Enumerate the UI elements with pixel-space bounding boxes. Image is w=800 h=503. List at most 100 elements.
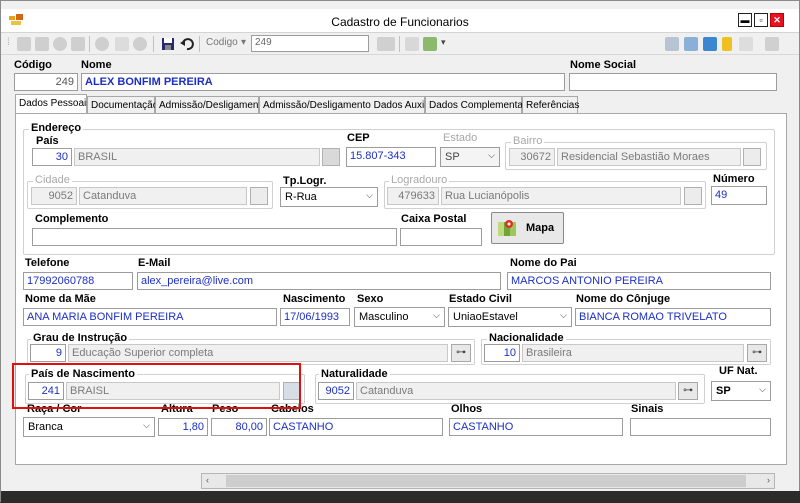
tab-dados-complementares[interactable]: Dados Complementares <box>425 96 537 114</box>
edit-icon[interactable] <box>115 37 129 51</box>
sexo-value: Masculino <box>359 311 409 323</box>
nome-mae-label: Nome da Mãe <box>25 293 96 305</box>
olhos-label: Olhos <box>451 403 483 415</box>
user-dropdown-icon[interactable]: ▾ <box>441 37 446 48</box>
scrollbar-thumb[interactable] <box>226 475 746 487</box>
sexo-select[interactable]: Masculino ⌵ <box>354 307 445 327</box>
delete-icon[interactable] <box>133 37 147 51</box>
tab-admissao-desligamento[interactable]: Admissão/Desligamento <box>155 96 267 114</box>
mapa-button[interactable]: Mapa <box>491 212 564 244</box>
cidade-label: Cidade <box>33 174 72 186</box>
cep-label: CEP <box>347 132 370 144</box>
altura-field[interactable]: 1,80 <box>158 418 208 436</box>
olhos-field[interactable]: CASTANHO <box>449 418 623 436</box>
tab-admissao-dados-auxiliares[interactable]: Admissão/Desligamento Dados Auxiliares <box>259 96 448 114</box>
conjuge-field[interactable]: BIANCA ROMAO TRIVELATO <box>575 308 771 326</box>
nacionalidade-code[interactable]: 10 <box>484 344 520 362</box>
cidade-code: 9052 <box>31 187 77 205</box>
pais-lookup-button[interactable] <box>322 148 340 166</box>
exit-icon[interactable] <box>765 37 779 51</box>
horizontal-scrollbar[interactable]: ‹ › <box>201 473 775 489</box>
tab-dados-pessoais[interactable]: Dados Pessoais <box>15 94 91 115</box>
codigo-label: Código <box>14 59 52 71</box>
nascimento-field[interactable]: 17/06/1993 <box>280 308 350 326</box>
nacionalidade-search-button[interactable]: ⊶ <box>747 344 767 362</box>
estado-value: SP <box>445 151 460 163</box>
telefone-field[interactable]: 17992060788 <box>23 272 133 290</box>
nome-field[interactable]: ALEX BONFIM PEREIRA <box>81 73 565 91</box>
complemento-label: Complemento <box>35 213 109 225</box>
naturalidade-code[interactable]: 9052 <box>318 382 354 400</box>
undo-icon[interactable] <box>180 37 194 51</box>
maximize-button[interactable]: ▫ <box>754 13 768 27</box>
window-title: Cadastro de Funcionarios <box>331 15 469 29</box>
peso-field[interactable]: 80,00 <box>211 418 267 436</box>
scroll-left-icon[interactable]: ‹ <box>206 475 209 485</box>
report-icon[interactable] <box>665 37 679 51</box>
estado-select[interactable]: SP ⌵ <box>440 147 500 167</box>
grau-search-button[interactable]: ⊶ <box>451 344 471 362</box>
bairro-lookup-button[interactable] <box>743 148 761 166</box>
codigo-field[interactable]: 249 <box>14 73 78 91</box>
uf-nat-select[interactable]: SP ⌵ <box>711 381 771 401</box>
nome-pai-field[interactable]: MARCOS ANTONIO PEREIRA <box>507 272 771 290</box>
main-window: Cadastro de Funcionarios ▬ ▫ ✕ ⁞ Codigo … <box>0 0 800 503</box>
raca-cor-select[interactable]: Branca ⌵ <box>23 417 155 437</box>
last-icon[interactable] <box>71 37 85 51</box>
chevron-down-icon: ⌵ <box>759 384 766 394</box>
estado-civil-label: Estado Civil <box>449 293 512 305</box>
search-icon: ⊶ <box>683 385 693 396</box>
tab-referencias[interactable]: Referências <box>522 96 579 114</box>
conjuge-label: Nome do Cônjuge <box>576 293 671 305</box>
estado-civil-value: UniaoEstavel <box>453 311 518 323</box>
help-icon[interactable] <box>739 37 753 51</box>
nome-social-field[interactable] <box>569 73 777 91</box>
user-icon[interactable] <box>423 37 437 51</box>
refresh-icon[interactable] <box>703 37 717 51</box>
close-button[interactable]: ✕ <box>770 13 784 27</box>
tplogr-select[interactable]: R-Rua ⌵ <box>280 187 378 207</box>
grau-instrucao-code[interactable]: 9 <box>30 344 66 362</box>
scroll-right-icon[interactable]: › <box>767 475 770 485</box>
map-icon <box>498 220 516 236</box>
tools-icon[interactable] <box>684 37 698 51</box>
filter-icon[interactable] <box>722 37 732 51</box>
caixa-postal-label: Caixa Postal <box>401 213 467 225</box>
nome-mae-field[interactable]: ANA MARIA BONFIM PEREIRA <box>23 308 277 326</box>
title-bar: Cadastro de Funcionarios ▬ ▫ ✕ <box>1 9 799 33</box>
raca-cor-value: Branca <box>28 421 63 433</box>
tab-documentacao[interactable]: Documentação <box>87 96 158 114</box>
telefone-label: Telefone <box>25 257 70 269</box>
complemento-field[interactable] <box>32 228 397 246</box>
new-icon[interactable] <box>17 37 31 51</box>
next-icon[interactable] <box>53 37 67 51</box>
endereco-pais-name: BRASIL <box>74 148 320 166</box>
add-icon[interactable] <box>95 37 109 51</box>
print-icon[interactable] <box>405 37 419 51</box>
cabelos-field[interactable]: CASTANHO <box>269 418 443 436</box>
save-icon[interactable] <box>161 37 175 51</box>
grid-icon[interactable] <box>377 37 395 51</box>
chevron-down-icon: ⌵ <box>488 150 495 160</box>
endereco-pais-label: País <box>36 135 59 147</box>
chevron-down-icon: ▾ <box>241 37 247 48</box>
numero-label: Número <box>713 173 755 185</box>
email-field[interactable]: alex_pereira@live.com <box>137 272 501 290</box>
cidade-lookup-button[interactable] <box>250 187 268 205</box>
logradouro-lookup-button[interactable] <box>684 187 702 205</box>
mapa-label: Mapa <box>526 222 555 234</box>
numero-field[interactable]: 49 <box>711 186 767 205</box>
estado-label: Estado <box>443 132 478 144</box>
prev-icon[interactable] <box>35 37 49 51</box>
taskbar-strip <box>1 491 800 503</box>
estado-civil-select[interactable]: UniaoEstavel ⌵ <box>448 307 572 327</box>
toolbar-codigo-input[interactable]: 249 <box>251 35 369 52</box>
uf-nat-value: SP <box>716 385 731 397</box>
sinais-field[interactable] <box>630 418 771 436</box>
caixa-postal-field[interactable] <box>400 228 482 246</box>
minimize-button[interactable]: ▬ <box>738 13 752 27</box>
naturalidade-search-button[interactable]: ⊶ <box>678 382 698 400</box>
email-label: E-Mail <box>138 257 171 269</box>
cep-field[interactable]: 15.807-343 <box>346 147 436 167</box>
endereco-pais-code[interactable]: 30 <box>32 148 72 166</box>
